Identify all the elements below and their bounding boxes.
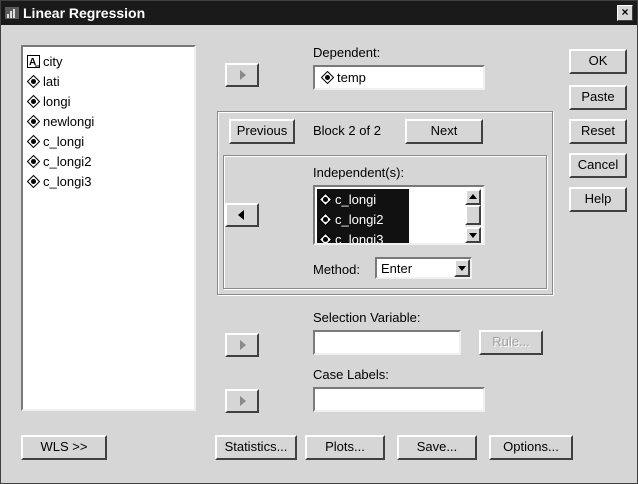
paste-button[interactable]: Paste	[569, 85, 627, 110]
variable-label: c_longi	[43, 133, 85, 149]
scale-variable-icon	[27, 134, 40, 148]
case-labels-field[interactable]	[313, 387, 485, 412]
scale-variable-icon	[27, 94, 40, 108]
string-variable-icon: A	[27, 54, 40, 68]
independents-label: Independent(s):	[313, 165, 405, 180]
list-item[interactable]: c_longi2	[27, 151, 91, 171]
list-item-selected[interactable]: c_longi	[317, 189, 409, 209]
move-to-case-labels-button[interactable]	[225, 389, 259, 413]
cancel-button[interactable]: Cancel	[569, 153, 627, 178]
linear-regression-dialog: Linear Regression × A city lati longi ne…	[0, 0, 638, 484]
reset-button[interactable]: Reset	[569, 119, 627, 144]
case-labels-label: Case Labels:	[313, 367, 389, 382]
dependent-value: temp	[337, 70, 366, 85]
arrow-up-icon	[469, 194, 477, 199]
arrow-right-icon	[240, 340, 246, 350]
move-to-selection-button[interactable]	[225, 333, 259, 357]
method-value: Enter	[381, 261, 413, 276]
selection-variable-field[interactable]	[313, 330, 461, 355]
chevron-down-icon	[458, 266, 466, 271]
arrow-right-icon	[240, 396, 246, 406]
independents-list[interactable]: c_longi c_longi2 c_longi3	[313, 185, 485, 245]
list-item[interactable]: lati	[27, 71, 60, 91]
scroll-up-button[interactable]	[465, 189, 481, 205]
list-item-selected[interactable]: c_longi3	[317, 229, 409, 245]
independent-label: c_longi	[335, 191, 377, 207]
previous-button[interactable]: Previous	[229, 119, 295, 144]
plots-button[interactable]: Plots...	[305, 435, 385, 460]
save-button[interactable]: Save...	[397, 435, 477, 460]
variable-label: newlongi	[43, 113, 95, 129]
arrow-right-icon	[240, 70, 246, 80]
scroll-thumb[interactable]	[465, 205, 481, 225]
list-item[interactable]: c_longi3	[27, 171, 91, 191]
options-button[interactable]: Options...	[489, 435, 573, 460]
selection-variable-label: Selection Variable:	[313, 310, 421, 325]
variable-label: c_longi3	[43, 173, 92, 189]
ok-button[interactable]: OK	[569, 49, 627, 74]
list-item[interactable]: c_longi	[27, 131, 84, 151]
scale-variable-icon	[319, 192, 332, 206]
scale-variable-icon	[27, 74, 40, 88]
method-label: Method:	[313, 262, 360, 277]
arrow-down-icon	[469, 233, 477, 238]
move-to-dependent-button[interactable]	[225, 63, 259, 87]
next-button[interactable]: Next	[405, 119, 483, 144]
statistics-button[interactable]: Statistics...	[215, 435, 297, 460]
list-item[interactable]: A city	[27, 51, 63, 71]
block-status: Block 2 of 2	[313, 123, 381, 138]
independents-scrollbar[interactable]	[465, 189, 481, 243]
scroll-down-button[interactable]	[465, 227, 481, 243]
dependent-field[interactable]: temp	[313, 65, 485, 90]
list-item[interactable]: longi	[27, 91, 70, 111]
scale-variable-icon	[27, 154, 40, 168]
list-item-selected[interactable]: c_longi2	[317, 209, 409, 229]
move-from-independents-button[interactable]	[225, 203, 259, 227]
method-select[interactable]: Enter	[375, 257, 472, 279]
independent-label: c_longi2	[335, 211, 384, 227]
help-button[interactable]: Help	[569, 187, 627, 212]
variable-label: city	[43, 53, 63, 69]
dependent-label-text: Dependent:	[313, 45, 381, 60]
variable-label: c_longi2	[43, 153, 92, 169]
window-title: Linear Regression	[23, 5, 146, 21]
arrow-left-icon	[238, 210, 244, 220]
rule-button[interactable]: Rule...	[479, 330, 543, 355]
scale-variable-icon	[27, 114, 40, 128]
method-dropdown-button[interactable]	[454, 259, 470, 277]
variable-label: longi	[43, 93, 71, 109]
dependent-label: Dependent:	[313, 45, 380, 60]
app-icon	[5, 7, 19, 19]
independent-label: c_longi3	[335, 231, 384, 245]
list-item[interactable]: newlongi	[27, 111, 94, 131]
variable-label: lati	[43, 73, 60, 89]
scale-variable-icon	[319, 232, 332, 243]
title-bar[interactable]: Linear Regression ×	[1, 1, 637, 25]
dependent-entry: temp	[321, 70, 366, 85]
source-variable-list[interactable]: A city lati longi newlongi c_longi c_lon…	[21, 45, 196, 411]
close-button[interactable]: ×	[617, 5, 633, 21]
scale-variable-icon	[321, 71, 334, 84]
scale-variable-icon	[27, 174, 40, 188]
scale-variable-icon	[319, 212, 332, 226]
wls-button[interactable]: WLS >>	[21, 435, 107, 460]
